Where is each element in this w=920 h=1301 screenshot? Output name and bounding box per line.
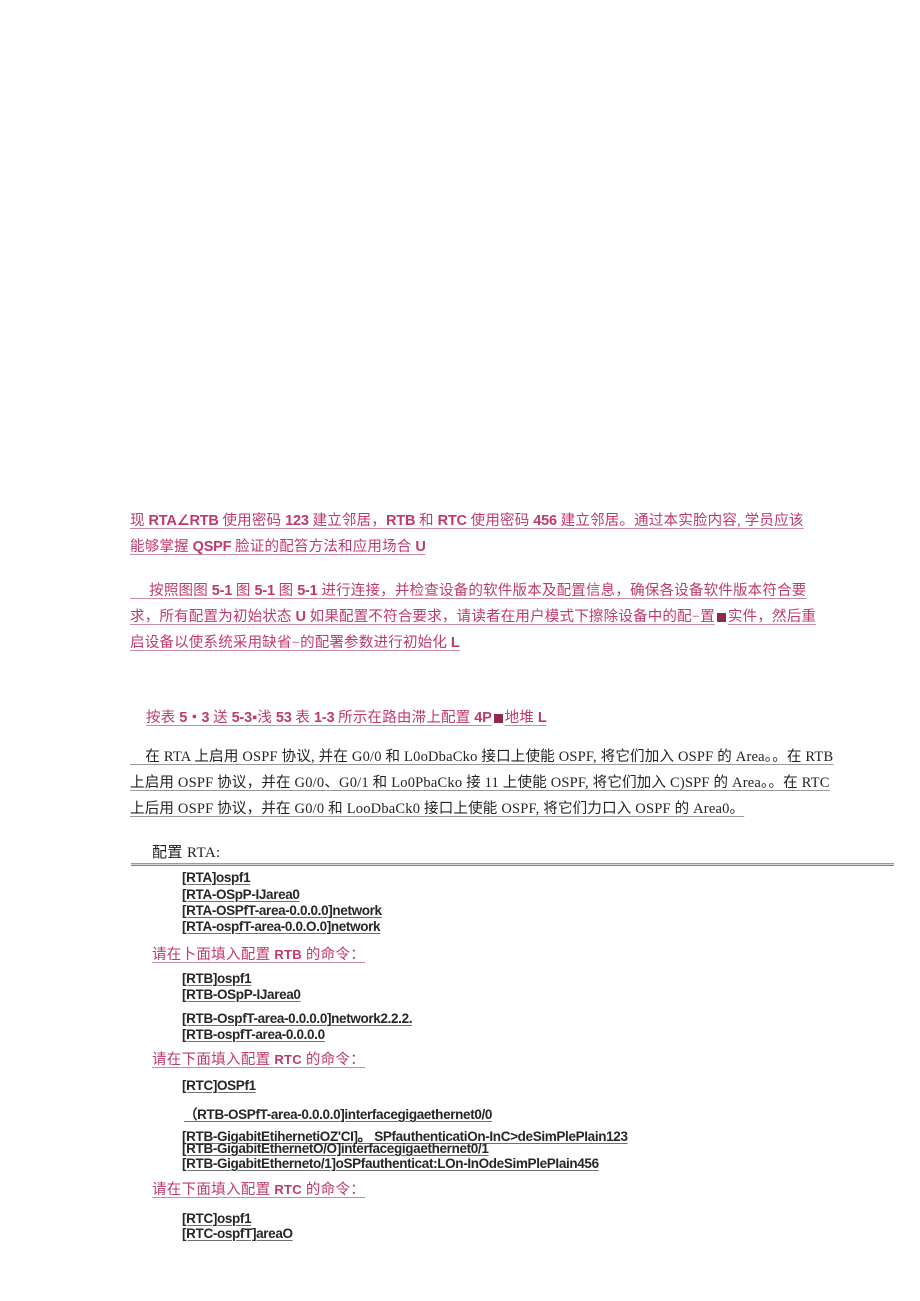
table-ref-line: 按表 5・3 送 5-3▪浅 53 表 1-3 所示在路由滞上配置 4P 地堆 L — [146, 710, 547, 726]
page-title: 配置 RTA: — [152, 841, 221, 862]
prompt-rtc1-post: 的命令： — [301, 1052, 366, 1068]
topology-line-2: 求，所有配置为初始状态 U 如果配置不符合要求，请读者在用户模式下擦除设备中的配… — [130, 609, 817, 625]
ink-blob-icon — [716, 613, 726, 622]
prompt-rtc2-pre: 请在下面填 — [152, 1182, 226, 1198]
intro-line-2: 能够掌握 QSPF 脸证的配笞方法和应用场合 U — [130, 539, 426, 555]
prompt-rtc2-post: 的命令： — [301, 1182, 366, 1198]
code-line: [RTA-OSpP-IJarea0 — [182, 887, 300, 902]
prompt-rtc2-device: RTC — [274, 1182, 302, 1197]
prompt-rtb-post: 的命令： — [301, 947, 366, 963]
code-line: [RTB-GigabitEtherneto/1]oSPfauthenticat:… — [182, 1156, 599, 1171]
code-line: [RTB-ospfT-area-0.0.0.0 — [182, 1027, 325, 1042]
code-line: [RTB-GigabitEthernetO/O]interfacegigaeth… — [182, 1141, 489, 1156]
prompt-rtc1-pre: 请在下面填 — [152, 1052, 226, 1068]
prompt-fill-rtb: 请在卜面填入配置 RTB 的命令： — [152, 943, 365, 964]
paragraph-table-reference: 按表 5・3 送 5-3▪浅 53 表 1-3 所示在路由滞上配置 4P 地堆 L — [146, 705, 846, 731]
ospf-body-line-1: 在 RTA 上启用 OSPF 协议, 并在 G0/0 和 L0oDbaCko 接… — [130, 749, 834, 765]
ink-blob-icon-2 — [493, 714, 503, 723]
code-line: （RTB-OSPfT-area-0.0.0.0]interfacegigaeth… — [184, 1107, 493, 1122]
code-line: [RTB]ospf1 — [182, 971, 252, 986]
section-header-text: 配置 RTA: — [152, 845, 221, 861]
document-page: 现 RTA∠RTB 使用密码 123 建立邻居，RTB 和 RTC 使用密码 4… — [0, 0, 920, 1301]
code-line: [RTA-ospfT-area-0.0.O.0]network — [182, 919, 381, 934]
prompt-rtc2-mid: 入配置 — [226, 1182, 275, 1198]
ospf-body-line-3: 上后用 OSPF 协议，并在 G0/0 和 LooDbaCk0 接口上使能 OS… — [130, 801, 745, 817]
code-line: [RTC]ospf1 — [182, 1211, 252, 1226]
prompt-fill-rtc-1: 请在下面填入配置 RTC 的命令： — [152, 1048, 365, 1069]
prompt-rtb-pre: 请在卜面填 — [152, 947, 226, 963]
prompt-rtc1-device: RTC — [274, 1052, 302, 1067]
prompt-rtb-device: RTB — [274, 947, 302, 962]
paragraph-ospf-body: 在 RTA 上启用 OSPF 协议, 并在 G0/0 和 L0oDbaCko 接… — [130, 744, 870, 822]
prompt-fill-rtc-2: 请在下面填入配置 RTC 的命令： — [152, 1178, 365, 1199]
prompt-rtb-mid: 入配置 — [226, 947, 275, 963]
code-line: [RTB-OspfT-area-0.0.0.0]network2.2.2. — [182, 1011, 413, 1026]
code-line: [RTA-OSPfT-area-0.0.0.0]network — [182, 903, 382, 918]
intro-line-1: 现 RTA∠RTB 使用密码 123 建立邻居，RTB 和 RTC 使用密码 4… — [130, 513, 804, 529]
paragraph-intro: 现 RTA∠RTB 使用密码 123 建立邻居，RTB 和 RTC 使用密码 4… — [130, 508, 868, 560]
topology-line-1: 按照图图 5-1 图 5-1 图 5-1 进行连接，并检查设备的软件版本及配置信… — [130, 583, 807, 599]
code-line: [RTB-OSpP-IJarea0 — [182, 987, 301, 1002]
horizontal-divider — [131, 863, 894, 866]
code-line: [RTA]ospf1 — [182, 870, 251, 885]
code-line: [RTC]OSPf1 — [182, 1078, 256, 1093]
prompt-rtc1-mid: 入配置 — [226, 1052, 275, 1068]
paragraph-topology: 按照图图 5-1 图 5-1 图 5-1 进行连接，并检查设备的软件版本及配置信… — [130, 578, 868, 656]
code-line: [RTC-ospfT]areaO — [182, 1226, 293, 1241]
ospf-body-line-2: 上启用 OSPF 协议，并在 G0/0、G0/1 和 Lo0PbaCko 接 1… — [130, 775, 830, 791]
topology-line-3: 启设备以使系统采用缺省−的配署参数进行初始化 L — [130, 635, 460, 651]
